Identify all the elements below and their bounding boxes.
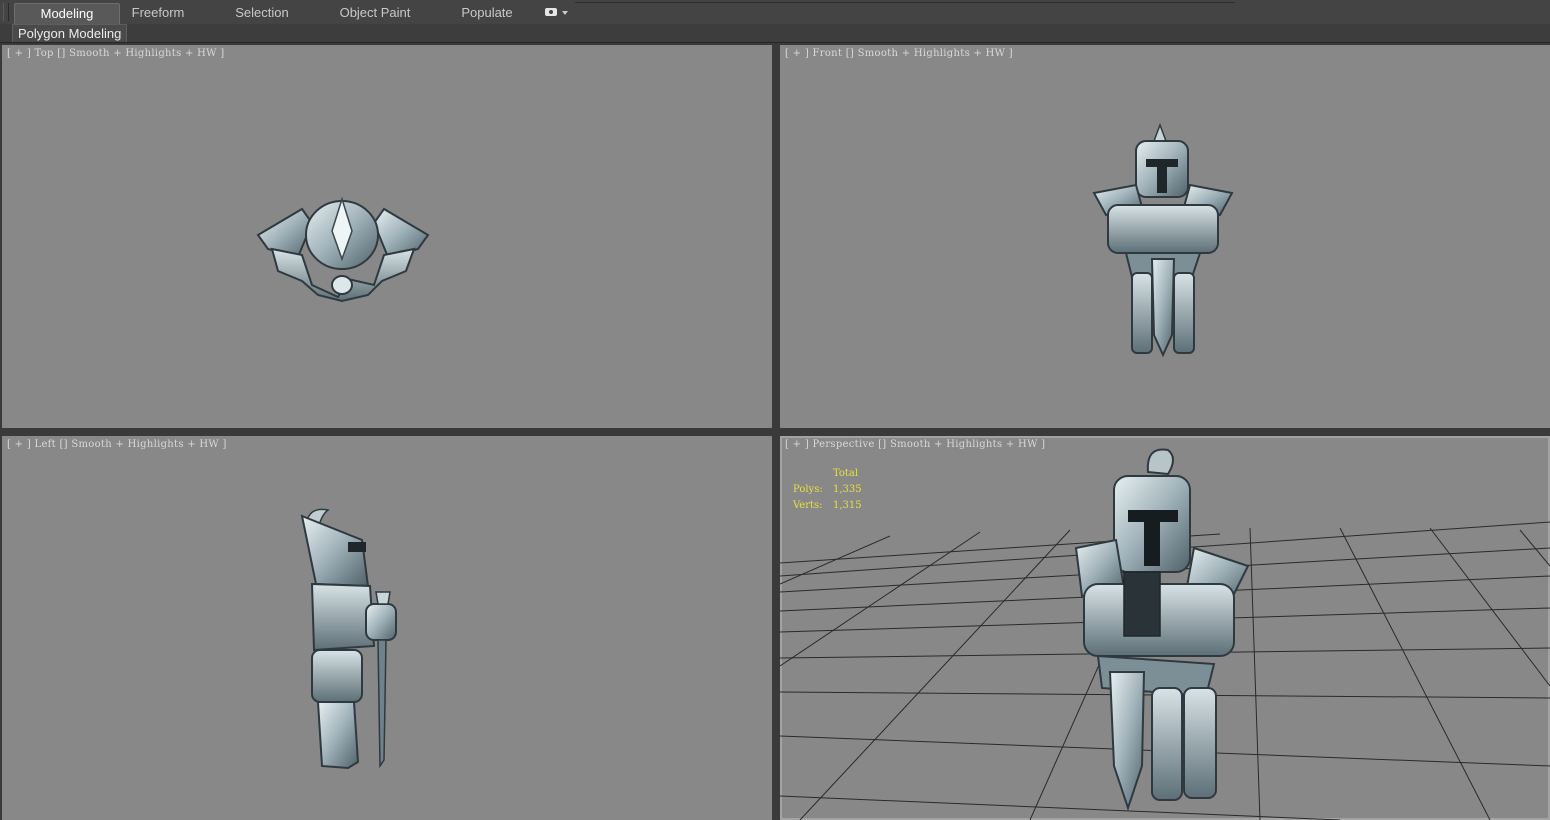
tab-populate[interactable]: Populate	[452, 3, 522, 23]
tab-selection[interactable]: Selection	[222, 3, 302, 23]
perspective-scene	[780, 448, 1550, 820]
knight-perspective-model	[1074, 448, 1250, 812]
ribbon-grip-handle[interactable]	[3, 3, 9, 21]
knight-front-silhouette	[1092, 122, 1234, 358]
knight-left-silhouette	[300, 508, 397, 770]
viewport-perspective[interactable]: [ + ] Perspective [] Smooth + Highlights…	[780, 436, 1550, 820]
knight-model-top-view	[256, 196, 430, 303]
viewport-front[interactable]: [ + ] Front [] Smooth + Highlights + HW …	[780, 45, 1550, 428]
ribbon-panel-bar: Polygon Modeling	[0, 24, 1550, 43]
ribbon-divider	[575, 2, 1235, 3]
tab-object-paint[interactable]: Object Paint	[330, 3, 420, 23]
viewport-left[interactable]: [ + ] Left [] Smooth + Highlights + HW ]	[2, 436, 772, 820]
knight-model-left-view	[300, 508, 397, 770]
knight-top-silhouette	[256, 196, 430, 303]
polygon-modeling-panel-tab[interactable]: Polygon Modeling	[12, 24, 128, 42]
viewport-top[interactable]: [ + ] Top [] Smooth + Highlights + HW ]	[2, 45, 772, 428]
knight-model-front-view	[1092, 122, 1234, 358]
tab-modeling[interactable]: Modeling	[14, 3, 120, 24]
eye-icon	[545, 8, 557, 16]
tab-freeform[interactable]: Freeform	[118, 3, 198, 23]
chevron-down-icon	[562, 11, 568, 15]
ribbon-tab-bar: Modeling Freeform Selection Object Paint…	[0, 0, 1550, 25]
ribbon-options-dropdown[interactable]	[543, 6, 569, 20]
